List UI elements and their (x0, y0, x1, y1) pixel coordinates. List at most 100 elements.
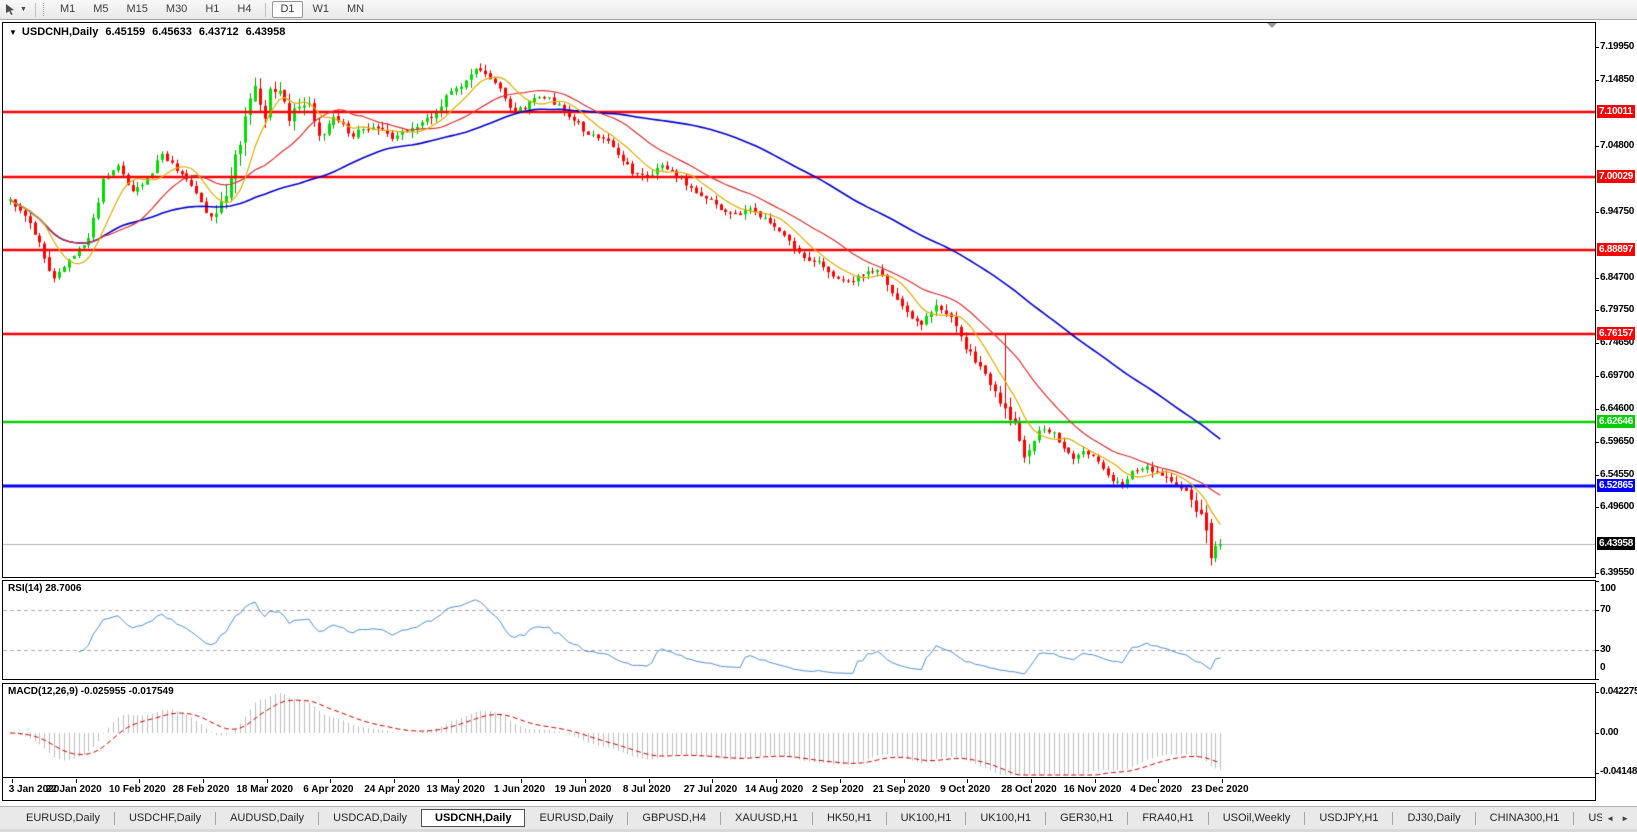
timeframe-button-d1[interactable]: D1 (272, 1, 303, 18)
chart-tab-eurusd-daily[interactable]: EURUSD,Daily (12, 809, 114, 827)
main-chart-canvas[interactable] (3, 23, 1595, 577)
rsi-canvas[interactable] (3, 581, 1595, 679)
date-tick-mark (12, 779, 13, 783)
date-tick-label: 16 Nov 2020 (1063, 784, 1122, 795)
rsi-panel: RSI(14) 28.7006 (2, 580, 1596, 680)
chart-tab-uk100-h1[interactable]: UK100,H1 (887, 809, 966, 827)
toolbar-separator (265, 2, 267, 17)
rsi-axis-label: 0 (1600, 662, 1606, 673)
main-chart-panel: ▼ USDCNH,Daily 6.45159 6.45633 6.43712 6.4395… (2, 22, 1596, 578)
price-tick-mark (1595, 343, 1599, 345)
timeframe-button-w1[interactable]: W1 (305, 1, 338, 18)
date-tick-mark (457, 779, 459, 783)
price-tick-mark (1595, 277, 1599, 279)
date-tick-mark (139, 779, 141, 783)
price-tick-label: 6.49600 (1600, 501, 1635, 513)
price-tick-label: 6.64600 (1600, 403, 1635, 415)
date-tick-mark (394, 779, 396, 783)
chart-title: ▼ USDCNH,Daily 6.45159 6.45633 6.43712 6.4395… (9, 26, 285, 38)
price-tick-label: 7.14850 (1600, 74, 1635, 86)
timeframe-button-mn[interactable]: MN (339, 1, 372, 18)
timeframe-button-h4[interactable]: H4 (229, 1, 259, 18)
chart-tab-hk50-h1[interactable]: HK50,H1 (813, 809, 886, 827)
chart-tab-fra40-h1[interactable]: FRA40,H1 (1128, 809, 1207, 827)
timeframe-button-h1[interactable]: H1 (197, 1, 227, 18)
tab-scroll-right-icon[interactable]: ► (1621, 814, 1629, 823)
chart-tab-usdcad-daily[interactable]: USDCAD,Daily (319, 809, 421, 827)
rsi-label: RSI(14) 28.7006 (8, 583, 82, 594)
mt4-window: ▼ M1 M5 M15 M30 H1 H4 D1 W1 MN ▼ USDCNH,Daily 6.45… (0, 0, 1637, 832)
macd-canvas[interactable] (3, 684, 1595, 777)
price-tick-label: 7.19950 (1600, 41, 1635, 52)
timeframe-button-m15[interactable]: M15 (119, 1, 156, 18)
date-tick-mark (1030, 779, 1032, 783)
cursor-tool-icon[interactable] (4, 3, 17, 16)
chart-tab-dj30-daily[interactable]: DJ30,Daily (1393, 809, 1474, 827)
macd-axis-label: 0.00 (1600, 727, 1619, 738)
chart-tab-ger30-h1[interactable]: GER30,H1 (1046, 809, 1127, 827)
rsi-tick-mark (1595, 610, 1599, 612)
macd-panel: MACD(12,26,9) -0.025955 -0.017549 (2, 683, 1596, 778)
tab-scroll-arrows: ◄ ► (1602, 806, 1633, 829)
date-tick-mark (776, 779, 778, 783)
tab-scroll-left-icon[interactable]: ◄ (1606, 814, 1614, 823)
date-tick-mark (75, 779, 77, 783)
price-tick-mark (1595, 146, 1599, 148)
tool-dropdown-caret-icon[interactable]: ▼ (20, 6, 27, 13)
current-price-badge: 6.43958 (1597, 537, 1636, 551)
date-tick-mark (839, 779, 841, 783)
chart-shift-marker-icon[interactable] (1267, 23, 1277, 28)
price-level-badge: 6.52865 (1597, 478, 1636, 492)
macd-tick-mark (1595, 733, 1599, 734)
chart-tab-china300-h1[interactable]: CHINA300,H1 (1476, 809, 1574, 827)
price-level-badge: 6.62646 (1597, 414, 1636, 428)
macd-axis-label: -0.04148 (1600, 766, 1637, 777)
price-tick-mark (1595, 80, 1599, 82)
price-tick-mark (1595, 507, 1599, 509)
date-tick-mark (585, 779, 587, 783)
price-tick-label: 6.59650 (1600, 435, 1635, 447)
chart-tab-audusd-daily[interactable]: AUDUSD,Daily (216, 809, 318, 827)
date-tick-label: 28 Oct 2020 (1001, 784, 1057, 795)
price-level-badge: 6.76157 (1597, 326, 1636, 340)
chart-tab-usdcnh-daily[interactable]: USDCNH,Daily (421, 809, 526, 827)
date-tick-mark (712, 779, 714, 783)
chart-tab-usoil-weekly[interactable]: USOil,Weekly (1209, 809, 1305, 827)
rsi-axis-label: 100 (1600, 583, 1616, 594)
rsi-tick-mark (1595, 581, 1599, 582)
timeframe-button-m30[interactable]: M30 (158, 1, 195, 18)
price-tick-label: 6.94750 (1600, 205, 1635, 217)
timeframe-button-m1[interactable]: M1 (52, 1, 83, 18)
price-tick-label: 6.79750 (1600, 304, 1635, 315)
macd-axis-label: 0.042275 (1600, 686, 1637, 698)
date-tick-mark (1158, 779, 1160, 783)
chart-tab-eurusd-daily[interactable]: EURUSD,Daily (525, 809, 627, 827)
chart-tab-uk100-h1[interactable]: UK100,H1 (966, 809, 1045, 827)
macd-label: MACD(12,26,9) -0.025955 -0.017549 (8, 686, 174, 697)
chart-tab-usdchf-daily[interactable]: USDCHF,Daily (115, 809, 215, 827)
price-tick-mark (1595, 441, 1599, 443)
date-tick-label: 1 Jun 2020 (493, 784, 546, 795)
date-tick-label: 2 Sep 2020 (811, 784, 864, 795)
ohlc-low: 6.43712 (198, 26, 239, 38)
price-tick-mark (1595, 474, 1599, 476)
timeframe-button-m5[interactable]: M5 (85, 1, 116, 18)
price-tick-label: 7.04800 (1600, 140, 1635, 152)
date-tick-label: 18 Mar 2020 (236, 784, 294, 795)
rsi-tick-mark (1595, 679, 1599, 680)
rsi-tick-mark (1595, 649, 1599, 651)
chart-tab-gbpusd-h4[interactable]: GBPUSD,H4 (628, 809, 720, 827)
toolbar-grip[interactable] (42, 3, 44, 16)
price-tick-mark (1595, 211, 1599, 213)
date-tick-label: 24 Apr 2020 (364, 784, 420, 795)
chart-tab-bar: EURUSD,Daily USDCHF,Daily AUDUSD,Daily USDC… (0, 806, 1637, 829)
date-tick-label: 28 Feb 2020 (172, 784, 230, 795)
chart-symbol: USDCNH,Daily (21, 26, 99, 38)
chart-tab-usdjpy-h1[interactable]: USDJPY,H1 (1305, 809, 1392, 827)
date-tick-mark (967, 779, 969, 783)
chart-tab-xauusd-h1[interactable]: XAUUSD,H1 (721, 809, 812, 827)
date-tick-label: 4 Dec 2020 (1130, 784, 1183, 795)
price-tick-mark (1595, 573, 1599, 574)
collapse-caret-icon[interactable]: ▼ (9, 28, 17, 37)
price-tick-label: 6.84700 (1600, 271, 1635, 283)
